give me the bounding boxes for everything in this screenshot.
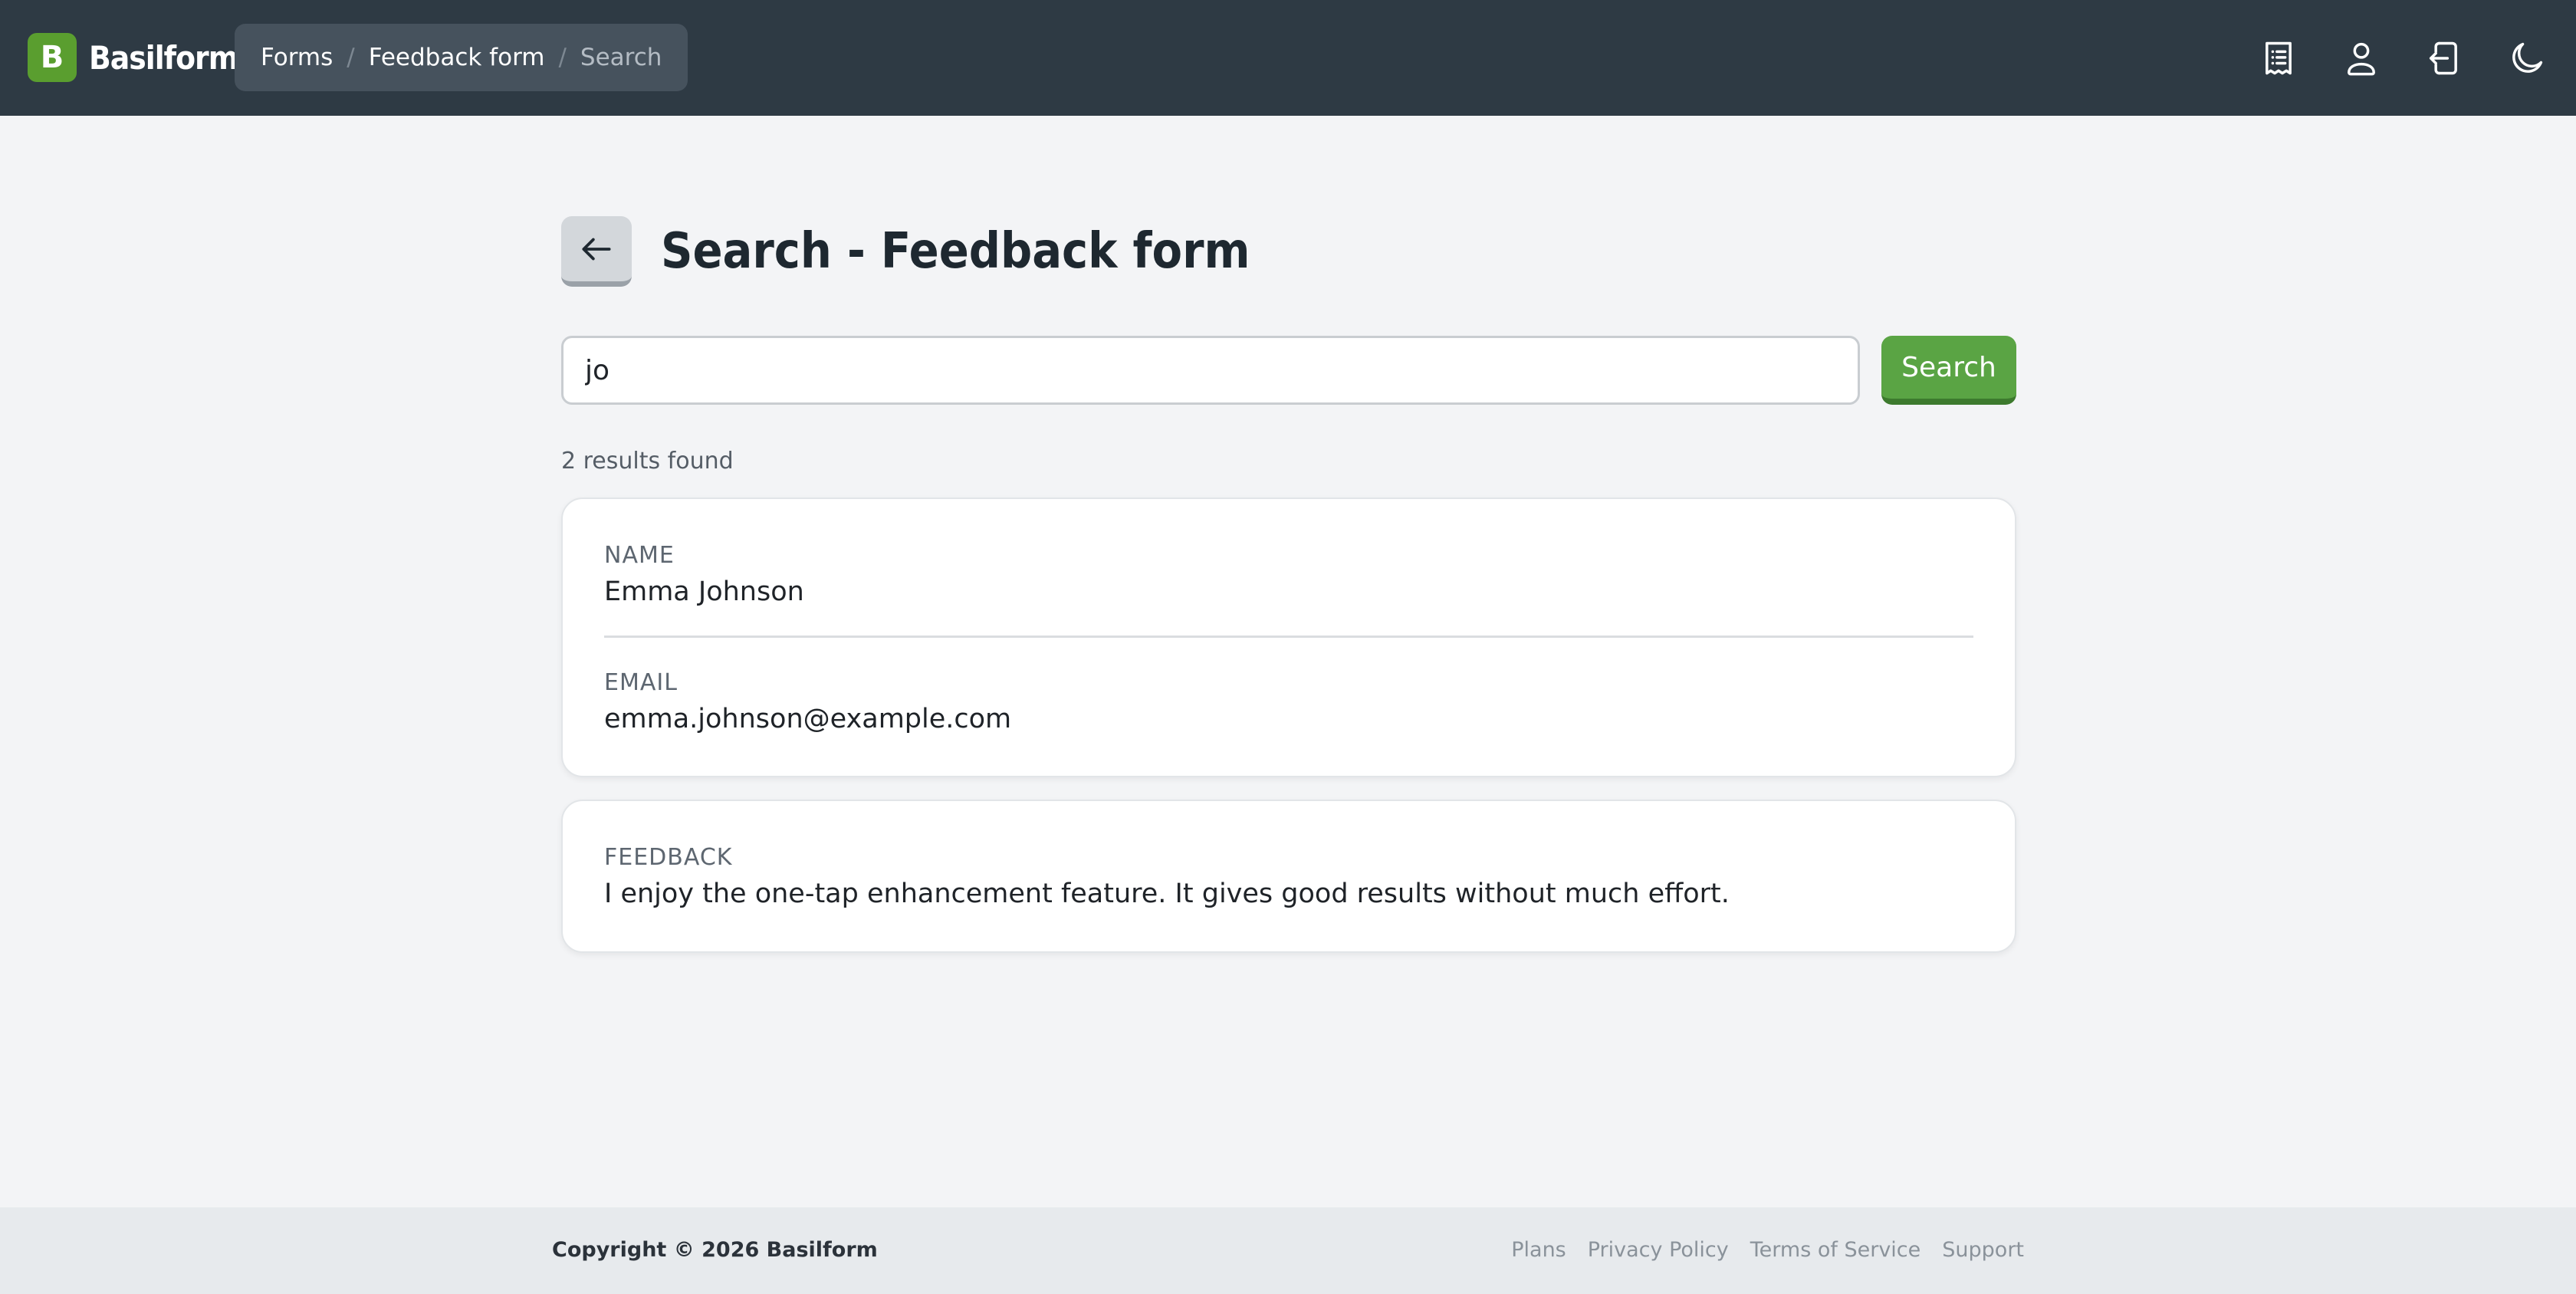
search-input[interactable] [561,336,1860,405]
result-card: NAME Emma Johnson EMAIL emma.johnson@exa… [561,498,2016,777]
field-label-name: NAME [604,542,675,569]
top-navbar: B Basilform Forms / Feedback form / Sear… [0,0,2576,116]
breadcrumb-current: Search [580,44,662,71]
field-value-email: emma.johnson@example.com [604,704,1012,734]
field-divider [604,636,1973,638]
arrow-left-icon [582,238,611,260]
search-button[interactable]: Search [1881,336,2016,405]
app-name: Basilform [89,38,238,77]
logout-icon[interactable] [2417,31,2472,86]
breadcrumb-feedback-form[interactable]: Feedback form [369,44,545,71]
header-actions [2251,31,2555,86]
user-icon[interactable] [2334,31,2389,86]
breadcrumb: Forms / Feedback form / Search [235,24,688,91]
breadcrumb-separator: / [347,44,355,71]
receipt-list-icon[interactable] [2251,31,2306,86]
copyright-text: Copyright © 2026 Basilform [552,1238,878,1262]
field-label-feedback: FEEDBACK [604,844,733,871]
moon-icon[interactable] [2499,31,2555,86]
field-label-email: EMAIL [604,669,678,696]
footer-link-privacy-policy[interactable]: Privacy Policy [1588,1238,1729,1262]
footer-link-support[interactable]: Support [1942,1238,2024,1262]
app-logo[interactable]: B Basilform [28,33,238,82]
footer: Copyright © 2026 Basilform Plans Privacy… [0,1207,2576,1294]
field-value-feedback: I enjoy the one-tap enhancement feature.… [604,879,1730,909]
page-title: Search - Feedback form [661,223,1250,280]
result-count: 2 results found [561,448,734,475]
page-header: Search - Feedback form [561,216,1250,287]
field-value-name: Emma Johnson [604,576,804,607]
logo-mark: B [28,33,77,82]
footer-links: Plans Privacy Policy Terms of Service Su… [1511,1238,2024,1262]
breadcrumb-forms[interactable]: Forms [261,44,333,71]
back-button[interactable] [561,216,632,287]
footer-link-plans[interactable]: Plans [1511,1238,1566,1262]
breadcrumb-separator: / [558,44,567,71]
footer-link-terms-of-service[interactable]: Terms of Service [1750,1238,1921,1262]
result-card: FEEDBACK I enjoy the one-tap enhancement… [561,800,2016,953]
